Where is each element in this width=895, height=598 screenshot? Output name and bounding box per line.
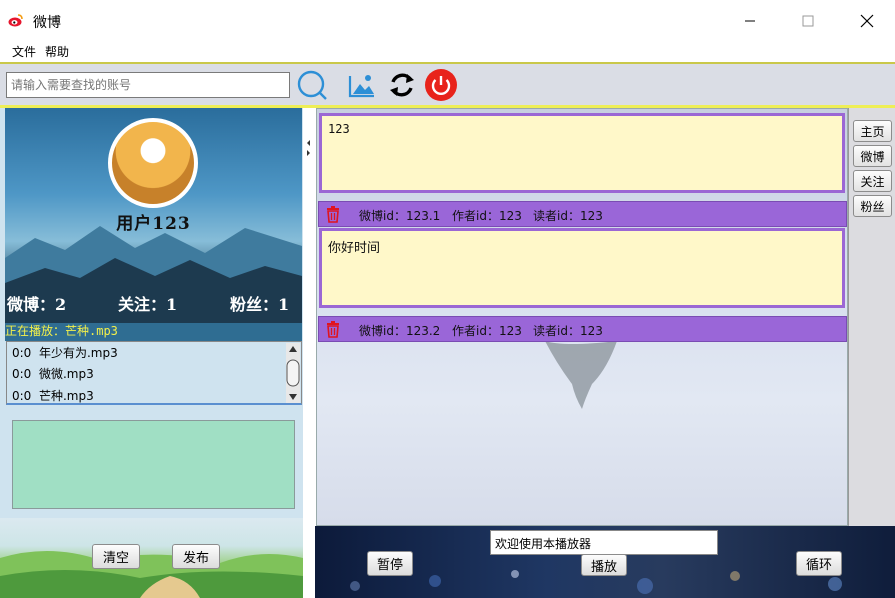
minimize-icon — [745, 20, 755, 22]
image-icon[interactable] — [346, 69, 378, 101]
tab-fans[interactable]: 粉丝 — [853, 195, 892, 217]
track-name: 微微.mp3 — [38, 367, 94, 381]
playlist-item[interactable]: 0:0 微微.mp3 — [12, 365, 94, 382]
menu-bar: 文件 帮助 — [0, 40, 895, 62]
minimize-button[interactable] — [727, 8, 773, 34]
weibo-id: 微博id：123.1 — [359, 209, 441, 223]
trash-icon[interactable] — [325, 206, 341, 223]
landscape-background — [0, 518, 303, 598]
profile-card: 用户123 微博：2 关注：1 粉丝：1 — [5, 108, 302, 323]
post-content: 你好时间 — [319, 228, 845, 308]
username: 用户123 — [116, 214, 191, 234]
playlist-scrollbar[interactable] — [286, 343, 300, 403]
post-content: 123 — [319, 113, 845, 193]
play-button[interactable]: 播放 — [581, 554, 627, 576]
tab-weibo[interactable]: 微博 — [853, 145, 892, 167]
fans-count: 粉丝：1 — [230, 295, 290, 314]
window-title: 微博 — [33, 15, 61, 31]
post-meta-bar: 微博id：123.1 作者id：123 读者id：123 — [318, 201, 847, 227]
scrollbar-arrows-icon — [286, 346, 300, 400]
author-id: 作者id：123 — [452, 324, 522, 338]
loop-button[interactable]: 循环 — [796, 551, 842, 576]
toolbar — [0, 62, 895, 108]
left-panel: 用户123 微博：2 关注：1 粉丝：1 正在播放：芒种.mp3 0:0 年少有… — [0, 108, 303, 598]
feed-panel: 123 微博id：123.1 作者id：123 读者id：123 你好时间 微博… — [316, 108, 848, 526]
splitter-arrows-icon — [307, 140, 310, 156]
search-icon[interactable] — [296, 69, 328, 101]
maximize-icon — [802, 15, 814, 27]
playlist[interactable]: 0:0 年少有为.mp3 0:0 微微.mp3 0:0 芒种.mp3 — [6, 341, 302, 405]
trash-icon[interactable] — [325, 321, 341, 338]
weibo-logo-icon — [8, 14, 23, 27]
refresh-icon[interactable] — [386, 69, 418, 101]
track-time: 0:0 — [12, 367, 32, 381]
weibo-id: 微博id：123.2 — [359, 324, 441, 338]
close-button[interactable] — [844, 8, 890, 34]
track-name: 年少有为.mp3 — [38, 346, 118, 360]
clear-button[interactable]: 清空 — [92, 544, 140, 569]
close-icon — [860, 14, 874, 28]
avatar[interactable] — [108, 118, 198, 208]
sidebar-tabs: 主页 微博 关注 粉丝 — [848, 108, 895, 526]
music-player-bar: 欢迎使用本播放器 暂停 播放 循环 — [315, 526, 895, 598]
follow-count: 关注：1 — [118, 295, 178, 314]
pause-button[interactable]: 暂停 — [367, 551, 413, 576]
playlist-item[interactable]: 0:0 年少有为.mp3 — [12, 344, 118, 361]
search-input[interactable] — [6, 72, 290, 98]
track-time: 0:0 — [12, 389, 32, 403]
splitter[interactable] — [303, 108, 316, 598]
publish-button[interactable]: 发布 — [172, 544, 220, 569]
weibo-count: 微博：2 — [7, 295, 67, 314]
track-name: 芒种.mp3 — [38, 389, 94, 403]
menu-file[interactable]: 文件 — [12, 43, 36, 60]
compose-textarea[interactable] — [12, 420, 295, 509]
hills-decoration — [0, 550, 303, 598]
reader-id: 读者id：123 — [533, 324, 603, 338]
track-time: 0:0 — [12, 346, 32, 360]
playlist-item[interactable]: 0:0 芒种.mp3 — [12, 387, 94, 404]
author-id: 作者id：123 — [452, 209, 522, 223]
tab-follow[interactable]: 关注 — [853, 170, 892, 192]
menu-help[interactable]: 帮助 — [45, 43, 69, 60]
now-playing-label: 正在播放：芒种.mp3 — [5, 323, 302, 341]
post-meta-bar: 微博id：123.2 作者id：123 读者id：123 — [318, 316, 847, 342]
tab-home[interactable]: 主页 — [853, 120, 892, 142]
reader-id: 读者id：123 — [533, 209, 603, 223]
power-icon[interactable] — [425, 69, 457, 101]
maximize-button[interactable] — [785, 8, 831, 34]
player-message: 欢迎使用本播放器 — [490, 530, 718, 555]
title-bar: 微博 — [0, 0, 895, 40]
